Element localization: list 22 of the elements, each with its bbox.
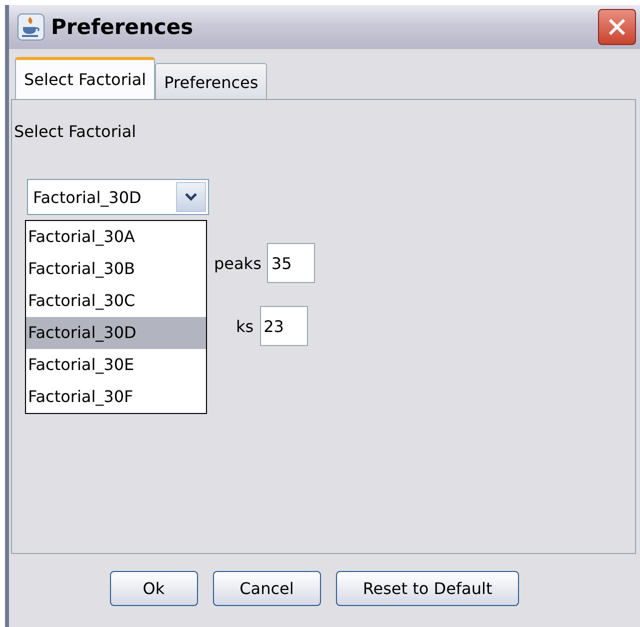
section-label: Select Factorial [14, 122, 138, 141]
window-title: Preferences [51, 15, 194, 39]
input-field[interactable]: 23 [260, 306, 308, 346]
input-field[interactable]: 35 [267, 243, 316, 283]
cup-icon [17, 13, 45, 41]
close-button[interactable] [598, 9, 636, 45]
dropdown-option[interactable]: Factorial_30C [26, 285, 206, 317]
dropdown-option[interactable]: Factorial_30D [26, 317, 206, 349]
dialog-button[interactable]: Ok [110, 571, 198, 606]
dialog-button[interactable]: Reset to Default [336, 571, 520, 606]
factorial-dropdown[interactable]: Factorial_30D [27, 179, 209, 215]
field-label: ks [236, 316, 254, 336]
tab[interactable]: Select Factorial [15, 57, 156, 99]
field-label: peaks [214, 254, 262, 272]
dropdown-option[interactable]: Factorial_30B [26, 253, 206, 285]
chevron-down-icon [184, 192, 198, 202]
dialog-button[interactable]: Cancel [212, 571, 321, 606]
close-icon [607, 17, 627, 37]
dropdown-option[interactable]: Factorial_30F [26, 381, 206, 413]
dropdown-option[interactable]: Factorial_30A [26, 221, 206, 253]
dropdown-option[interactable]: Factorial_30E [26, 349, 206, 381]
tab[interactable]: Preferences [155, 63, 268, 99]
